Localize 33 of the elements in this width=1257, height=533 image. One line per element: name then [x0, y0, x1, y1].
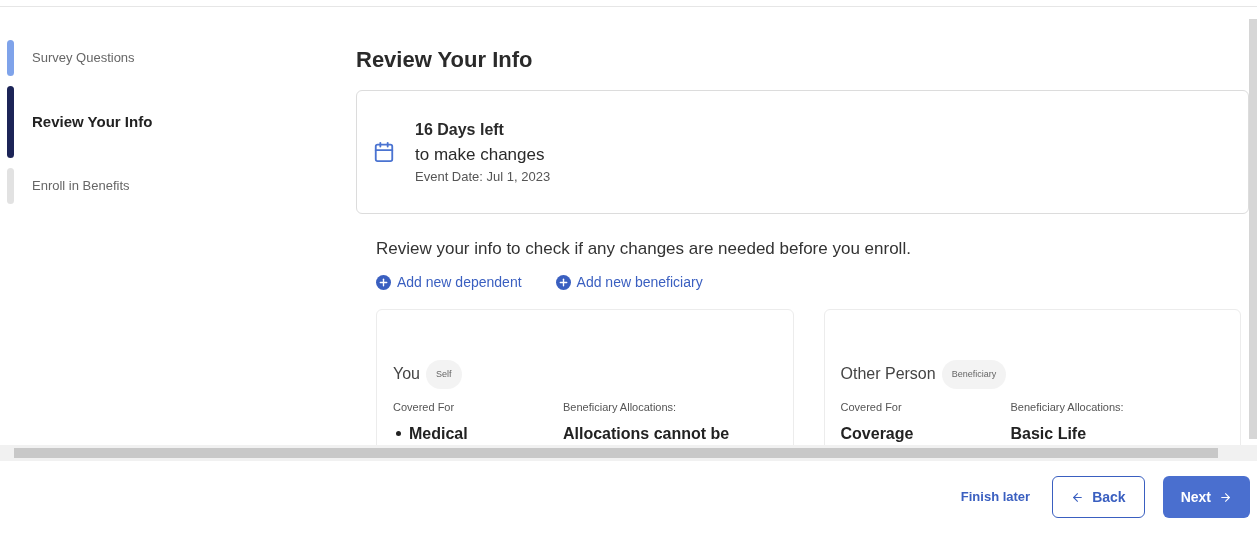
intro-text: Review your info to check if any changes are needed before you enroll. [376, 238, 912, 260]
person-name: Other Person [840, 364, 936, 385]
plus-icon [376, 274, 391, 290]
plus-icon [555, 274, 571, 290]
next-button[interactable]: Next [1162, 476, 1250, 518]
field-label: Beneficiary Allocations: [563, 400, 678, 415]
bullet-icon [396, 431, 401, 436]
field-value: Allocations cannot be [563, 423, 730, 444]
field-value: Coverage [840, 423, 914, 444]
field-label: Covered For [393, 400, 456, 415]
finish-later-link[interactable]: Finish later [960, 487, 1031, 507]
role-tag: Self [426, 359, 462, 389]
field-value: Basic Life [1010, 423, 1087, 444]
step-label[interactable]: Review Your Info [32, 110, 153, 134]
page-title: Review Your Info [356, 46, 534, 74]
horizontal-scrollbar[interactable] [0, 445, 1257, 461]
field-label: Covered For [840, 400, 903, 415]
arrow-right-icon [1219, 490, 1232, 504]
deadline-subtitle: to make changes [415, 143, 546, 166]
arrow-left-icon [1071, 490, 1085, 504]
person-name: You [393, 364, 420, 385]
vertical-scrollbar[interactable] [1249, 19, 1257, 439]
field-label: Beneficiary Allocations: [1010, 400, 1125, 415]
step-label[interactable]: Enroll in Benefits [32, 176, 130, 196]
days-left: 16 Days left [415, 119, 505, 140]
add-link[interactable]: Add new dependent [376, 271, 522, 293]
back-button[interactable]: Back [1052, 476, 1145, 518]
role-tag: Beneficiary [941, 359, 1007, 389]
event-date: Event Date: Jul 1, 2023 [415, 168, 551, 186]
field-value: Medical [409, 423, 468, 444]
calendar-icon [373, 141, 395, 163]
step-label[interactable]: Survey Questions [32, 48, 135, 68]
add-link[interactable]: Add new beneficiary [555, 271, 703, 293]
